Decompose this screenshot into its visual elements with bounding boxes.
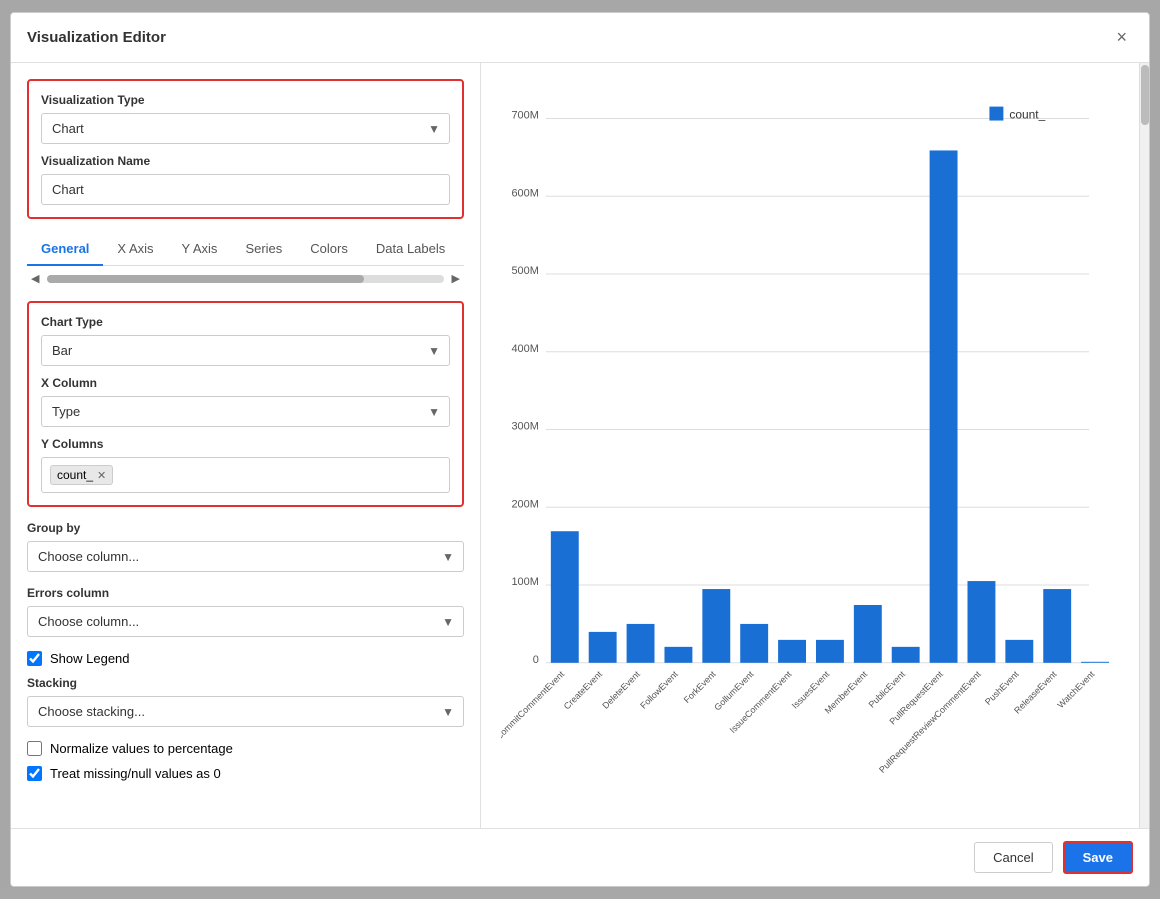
svg-text:FollowEvent: FollowEvent: [638, 669, 680, 711]
errors-column-select[interactable]: Choose column...: [27, 606, 464, 637]
stacking-section: Stacking Choose stacking... ▼: [27, 676, 464, 727]
tab-yaxis[interactable]: Y Axis: [168, 233, 232, 266]
modal-body: Visualization Type Chart ▼ Visualization…: [11, 63, 1149, 828]
chart-type-select[interactable]: Bar: [41, 335, 450, 366]
y-column-tag-label: count_: [57, 468, 93, 482]
chart-type-select-wrapper: Bar ▼: [41, 335, 450, 366]
modal-footer: Cancel Save: [11, 828, 1149, 886]
viz-name-label: Visualization Name: [41, 154, 450, 168]
errors-column-section: Errors column Choose column... ▼: [27, 586, 464, 637]
errors-column-select-wrapper: Choose column... ▼: [27, 606, 464, 637]
group-by-select-wrapper: Choose column... ▼: [27, 541, 464, 572]
x-column-select-wrapper: Type ▼: [41, 396, 450, 427]
y-column-tag: count_ ✕: [50, 465, 113, 485]
y-columns-label: Y Columns: [41, 437, 450, 451]
svg-text:700M: 700M: [511, 110, 538, 122]
svg-text:PushEvent: PushEvent: [983, 669, 1021, 707]
x-column-label: X Column: [41, 376, 450, 390]
bar-chart-svg: 0 100M 200M 300M 400M 500M 600M 700M: [501, 83, 1119, 808]
viz-type-select-wrapper: Chart ▼: [41, 113, 450, 144]
modal-title: Visualization Editor: [27, 29, 166, 46]
treat-missing-checkbox[interactable]: [27, 766, 42, 781]
svg-text:PublicEvent: PublicEvent: [867, 669, 908, 710]
normalize-row: Normalize values to percentage: [27, 741, 464, 756]
modal-overlay: Visualization Editor × Visualization Typ…: [0, 0, 1160, 899]
save-button[interactable]: Save: [1063, 841, 1133, 874]
scroll-right-icon[interactable]: ▶: [448, 270, 464, 287]
tab-xaxis[interactable]: X Axis: [103, 233, 167, 266]
left-panel: Visualization Type Chart ▼ Visualization…: [11, 63, 481, 828]
svg-text:400M: 400M: [511, 343, 538, 355]
normalize-checkbox[interactable]: [27, 741, 42, 756]
tabs-row: General X Axis Y Axis Series Colors Data…: [27, 233, 464, 266]
close-button[interactable]: ×: [1110, 25, 1133, 50]
scroll-thumb: [47, 275, 364, 283]
scroll-left-icon[interactable]: ◀: [27, 270, 43, 287]
y-columns-area: count_ ✕: [41, 457, 450, 493]
chart-type-label: Chart Type: [41, 315, 450, 329]
svg-text:300M: 300M: [511, 421, 538, 433]
treat-missing-row: Treat missing/null values as 0: [27, 766, 464, 781]
chart-config-section: Chart Type Bar ▼ X Column Type ▼: [27, 301, 464, 507]
x-column-select[interactable]: Type: [41, 396, 450, 427]
viz-type-label: Visualization Type: [41, 93, 450, 107]
visualization-editor-modal: Visualization Editor × Visualization Typ…: [10, 12, 1150, 887]
svg-text:500M: 500M: [511, 265, 538, 277]
viz-type-name-section: Visualization Type Chart ▼ Visualization…: [27, 79, 464, 219]
svg-text:0: 0: [533, 654, 539, 666]
modal-scrollbar: [1139, 63, 1149, 828]
tab-series[interactable]: Series: [231, 233, 296, 266]
svg-text:ForkEvent: ForkEvent: [682, 669, 718, 705]
scrollbar-thumb[interactable]: [1141, 65, 1149, 125]
treat-missing-label: Treat missing/null values as 0: [50, 766, 221, 781]
right-panel: 0 100M 200M 300M 400M 500M 600M 700M: [481, 63, 1139, 828]
show-legend-checkbox[interactable]: [27, 651, 42, 666]
stacking-select[interactable]: Choose stacking...: [27, 696, 464, 727]
svg-text:CreateEvent: CreateEvent: [562, 669, 605, 712]
normalize-label: Normalize values to percentage: [50, 741, 233, 756]
scroll-indicator: ◀ ▶: [27, 266, 464, 291]
tab-colors[interactable]: Colors: [296, 233, 362, 266]
tab-data-labels[interactable]: Data Labels: [362, 233, 459, 266]
show-legend-row: Show Legend: [27, 651, 464, 666]
chart-area: 0 100M 200M 300M 400M 500M 600M 700M: [501, 83, 1119, 808]
errors-column-label: Errors column: [27, 586, 464, 600]
scroll-track: [47, 275, 443, 283]
svg-text:100M: 100M: [511, 576, 538, 588]
group-by-label: Group by: [27, 521, 464, 535]
stacking-select-wrapper: Choose stacking... ▼: [27, 696, 464, 727]
svg-text:WatchEvent: WatchEvent: [1055, 669, 1096, 710]
svg-text:IssueCommentEvent: IssueCommentEvent: [728, 669, 794, 735]
stacking-label: Stacking: [27, 676, 464, 690]
legend-label: count_: [1009, 108, 1045, 122]
group-by-select[interactable]: Choose column...: [27, 541, 464, 572]
svg-text:DeleteEvent: DeleteEvent: [600, 669, 642, 711]
svg-text:IssuesEvent: IssuesEvent: [790, 669, 832, 711]
modal-header: Visualization Editor ×: [11, 13, 1149, 63]
show-legend-label: Show Legend: [50, 651, 130, 666]
group-by-section: Group by Choose column... ▼: [27, 521, 464, 572]
tabs-container: General X Axis Y Axis Series Colors Data…: [27, 233, 464, 291]
tab-general[interactable]: General: [27, 233, 103, 266]
svg-text:CommitCommentEvent: CommitCommentEvent: [501, 669, 567, 742]
svg-text:200M: 200M: [511, 498, 538, 510]
y-column-tag-remove[interactable]: ✕: [97, 469, 106, 482]
viz-name-input[interactable]: [41, 174, 450, 205]
svg-text:600M: 600M: [511, 187, 538, 199]
cancel-button[interactable]: Cancel: [974, 842, 1052, 873]
viz-type-select[interactable]: Chart: [41, 113, 450, 144]
